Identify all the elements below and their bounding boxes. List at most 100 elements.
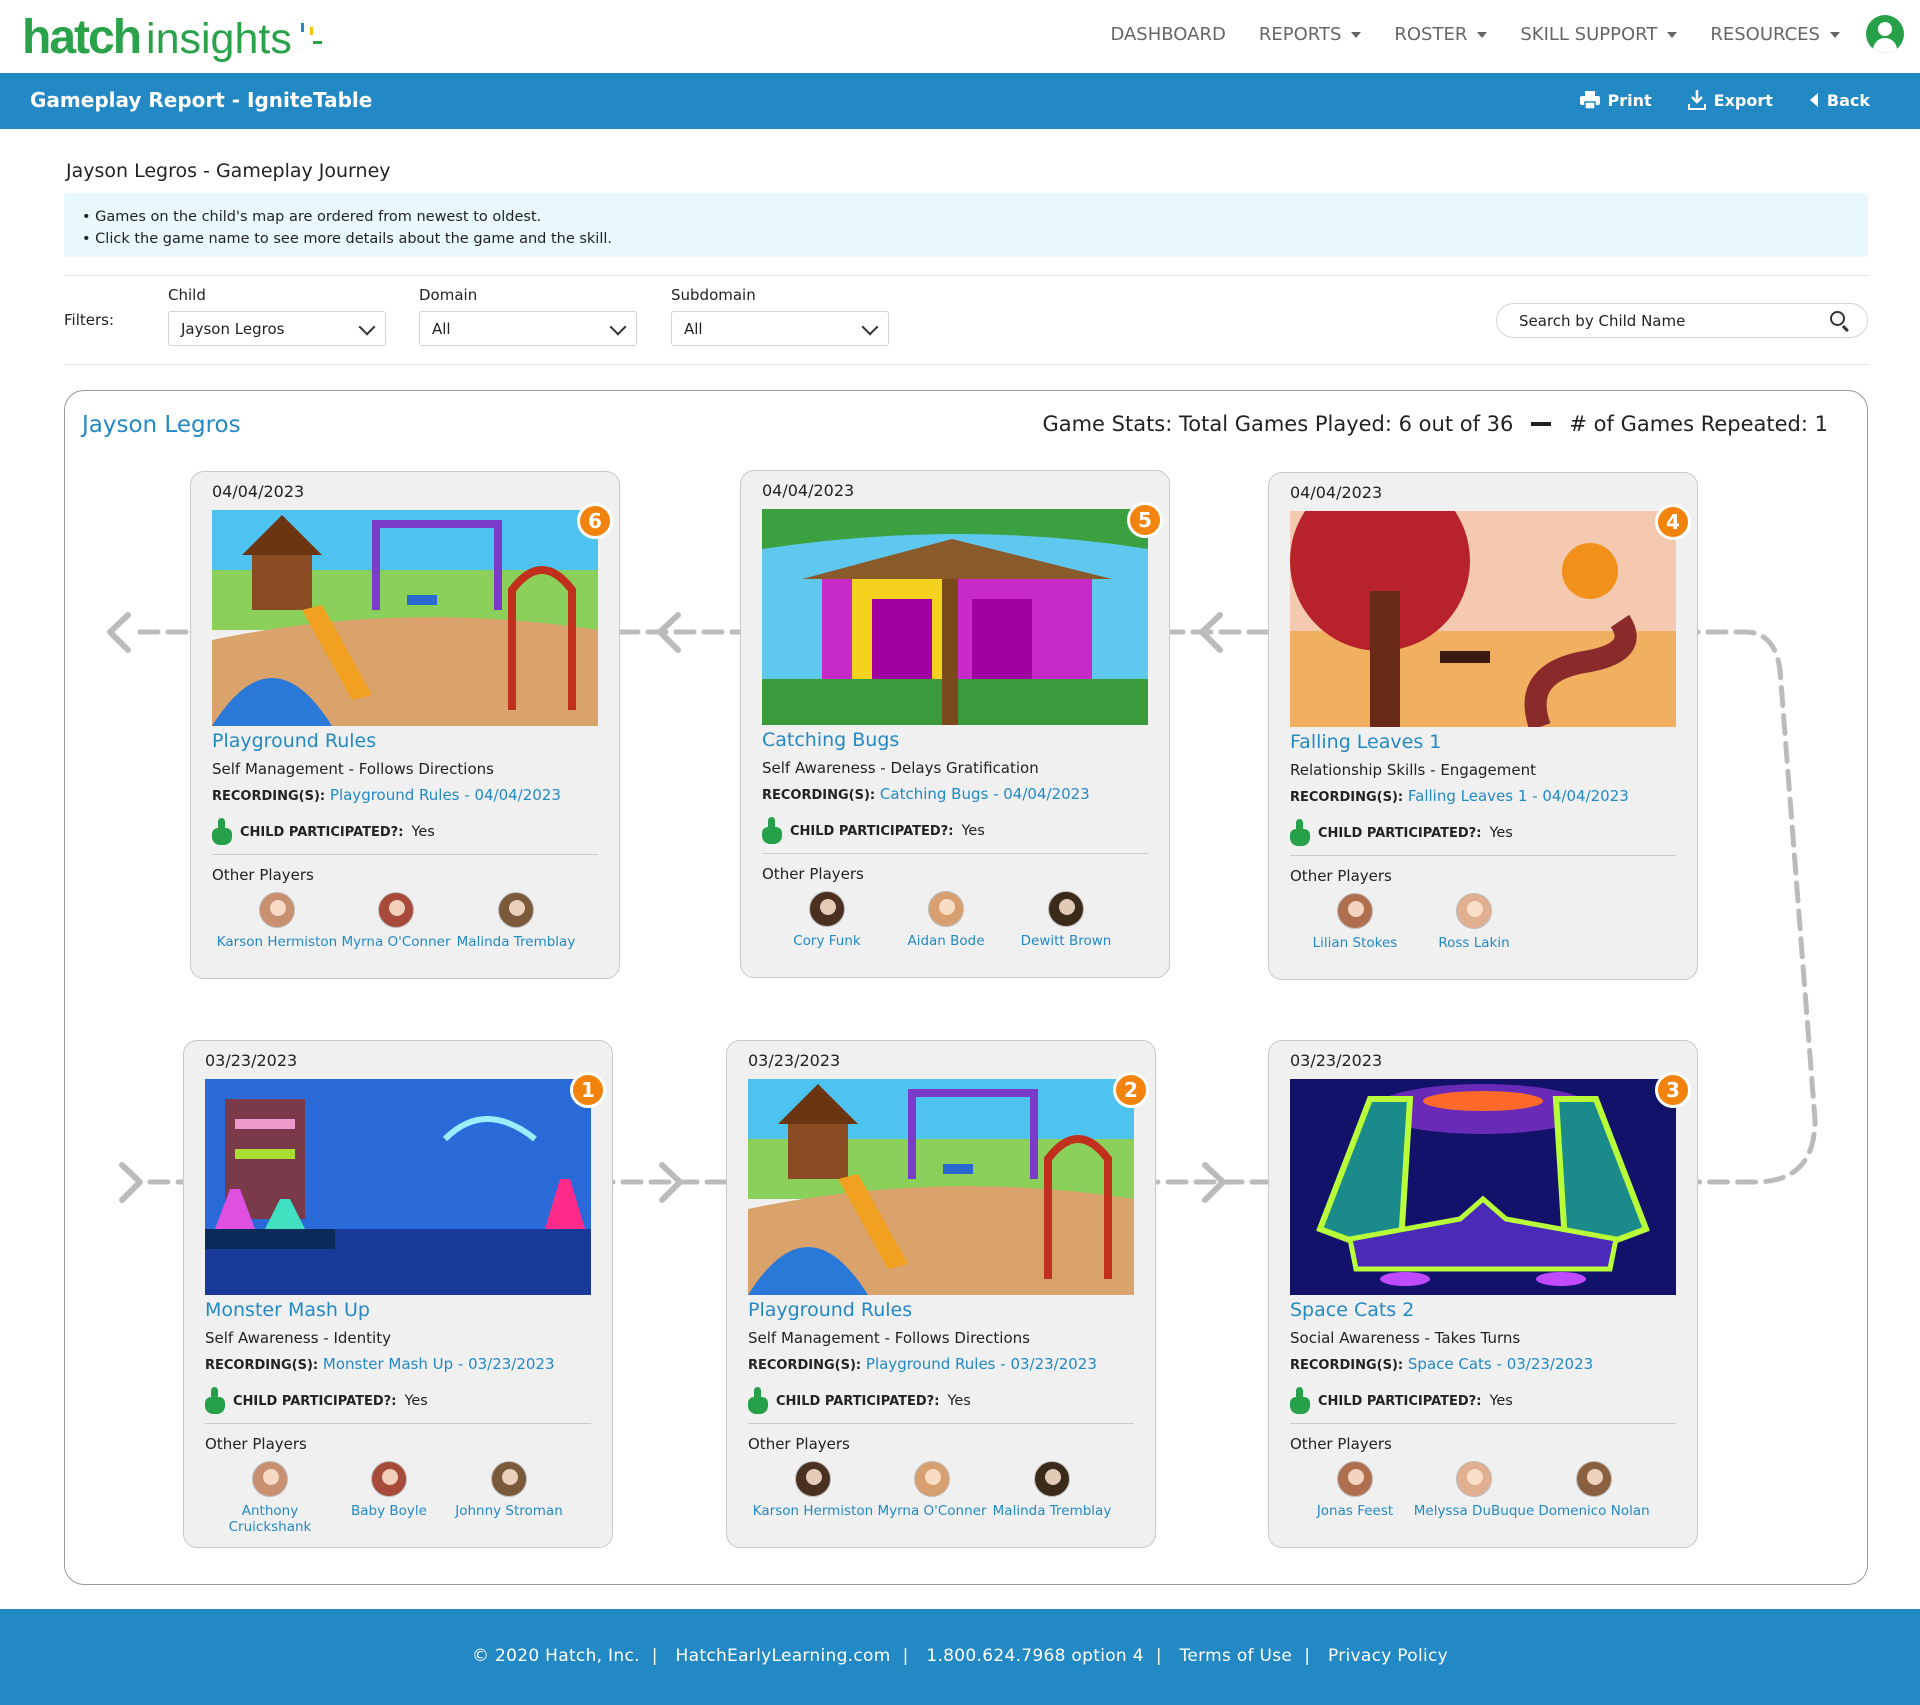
game-name-link[interactable]: Playground Rules (748, 1299, 912, 1321)
game-name-link[interactable]: Space Cats 2 (1290, 1299, 1414, 1321)
footer-website-link[interactable]: HatchEarlyLearning.com (676, 1646, 891, 1666)
game-thumbnail[interactable] (205, 1079, 591, 1295)
game-thumbnail[interactable] (1290, 511, 1676, 727)
participated-label: CHILD PARTICIPATED?: (240, 824, 404, 840)
player-avatar (928, 891, 964, 927)
player-2[interactable]: Johnny Stroman (439, 1461, 579, 1519)
game-skill: Self Management - Follows Directions (748, 1329, 1030, 1347)
game-thumbnail[interactable] (212, 510, 598, 726)
arrow-left-icon (107, 612, 131, 653)
player-avatar (498, 892, 534, 928)
player-avatar (1337, 893, 1373, 929)
game-date: 04/04/2023 (762, 481, 855, 500)
player-1[interactable]: Aidan Bode (876, 891, 1016, 949)
participation: CHILD PARTICIPATED?: Yes (762, 817, 985, 845)
participated-label: CHILD PARTICIPATED?: (1318, 825, 1482, 841)
recordings: RECORDING(S): Space Cats - 03/23/2023 (1290, 1355, 1593, 1373)
participated-label: CHILD PARTICIPATED?: (790, 823, 954, 839)
divider (1290, 1423, 1676, 1424)
divider (748, 1423, 1134, 1424)
game-date: 03/23/2023 (205, 1051, 298, 1070)
recordings-label: RECORDING(S): (205, 1358, 319, 1373)
game-skill: Social Awareness - Takes Turns (1290, 1329, 1521, 1347)
game-name-link[interactable]: Falling Leaves 1 (1290, 731, 1441, 753)
footer: © 2020 Hatch, Inc. | HatchEarlyLearning.c… (0, 1609, 1920, 1705)
game-skill: Self Awareness - Identity (205, 1329, 391, 1347)
game-order-badge: 1 (570, 1072, 606, 1108)
participated-value: Yes (947, 1393, 971, 1409)
recording-link[interactable]: Space Cats - 03/23/2023 (1408, 1355, 1593, 1373)
player-1[interactable]: Baby Boyle (319, 1461, 459, 1519)
player-2[interactable]: Malinda Tremblay (446, 892, 586, 950)
participation: CHILD PARTICIPATED?: Yes (1290, 1387, 1513, 1415)
player-name: Melyssa DuBuque (1413, 1503, 1535, 1519)
player-avatar (1576, 1461, 1612, 1497)
player-avatar (259, 892, 295, 928)
game-date: 03/23/2023 (748, 1051, 841, 1070)
recordings: RECORDING(S): Monster Mash Up - 03/23/20… (205, 1355, 555, 1373)
recordings: RECORDING(S): Playground Rules - 03/23/2… (748, 1355, 1097, 1373)
divider (1290, 855, 1676, 856)
player-name: Myrna O'Conner (877, 1503, 987, 1519)
player-1[interactable]: Myrna O'Conner (326, 892, 466, 950)
player-avatar (1048, 891, 1084, 927)
game-card: 04/04/2023 5 Catching Bugs Self Awareness -… (740, 470, 1170, 978)
player-2[interactable]: Malinda Tremblay (982, 1461, 1122, 1519)
game-name-link[interactable]: Catching Bugs (762, 729, 899, 751)
game-name-link[interactable]: Playground Rules (212, 730, 376, 752)
player-1[interactable]: Melyssa DuBuque (1404, 1461, 1544, 1519)
recording-link[interactable]: Playground Rules - 04/04/2023 (330, 786, 561, 804)
game-thumbnail[interactable] (748, 1079, 1134, 1295)
recording-link[interactable]: Playground Rules - 03/23/2023 (866, 1355, 1097, 1373)
recording-link[interactable]: Monster Mash Up - 03/23/2023 (323, 1355, 555, 1373)
footer-terms-link[interactable]: Terms of Use (1180, 1646, 1293, 1666)
player-name: Dewitt Brown (1020, 933, 1112, 949)
divider (762, 853, 1148, 854)
participated-label: CHILD PARTICIPATED?: (1318, 1393, 1482, 1409)
player-1[interactable]: Myrna O'Conner (862, 1461, 1002, 1519)
footer-copyright: © 2020 Hatch, Inc. (471, 1646, 640, 1666)
player-avatar (252, 1461, 288, 1497)
game-thumbnail[interactable] (762, 509, 1148, 725)
player-avatar (491, 1461, 527, 1497)
game-order-badge: 5 (1127, 502, 1163, 538)
game-date: 04/04/2023 (1290, 483, 1383, 502)
recordings: RECORDING(S): Falling Leaves 1 - 04/04/2… (1290, 787, 1629, 805)
hand-pointer-icon (1290, 819, 1310, 847)
player-2[interactable]: Domenico Nolan (1524, 1461, 1664, 1519)
divider (205, 1423, 591, 1424)
player-name: Karson Hermiston (752, 1503, 874, 1519)
recordings-label: RECORDING(S): (1290, 790, 1404, 805)
game-card: 04/04/2023 4 Falling Leaves 1 Relationship … (1268, 472, 1698, 980)
participated-label: CHILD PARTICIPATED?: (233, 1393, 397, 1409)
recording-link[interactable]: Catching Bugs - 04/04/2023 (880, 785, 1090, 803)
player-1[interactable]: Ross Lakin (1404, 893, 1544, 951)
player-avatar (1034, 1461, 1070, 1497)
player-name: Jonas Feest (1316, 1503, 1394, 1519)
hand-pointer-icon (205, 1387, 225, 1415)
hand-pointer-icon (748, 1387, 768, 1415)
player-2[interactable]: Dewitt Brown (996, 891, 1136, 949)
hand-pointer-icon (762, 817, 782, 845)
game-thumbnail[interactable] (1290, 1079, 1676, 1295)
game-order-badge: 2 (1113, 1072, 1149, 1108)
hand-pointer-icon (212, 818, 232, 846)
participated-value: Yes (411, 824, 435, 840)
player-avatar (1337, 1461, 1373, 1497)
footer-privacy-link[interactable]: Privacy Policy (1328, 1646, 1448, 1666)
recording-link[interactable]: Falling Leaves 1 - 04/04/2023 (1408, 787, 1629, 805)
hand-pointer-icon (1290, 1387, 1310, 1415)
player-name: Johnny Stroman (455, 1503, 563, 1519)
participation: CHILD PARTICIPATED?: Yes (205, 1387, 428, 1415)
other-players-label: Other Players (1290, 1435, 1392, 1453)
game-name-link[interactable]: Monster Mash Up (205, 1299, 370, 1321)
participated-label: CHILD PARTICIPATED?: (776, 1393, 940, 1409)
participation: CHILD PARTICIPATED?: Yes (212, 818, 435, 846)
player-name: Ross Lakin (1438, 935, 1510, 951)
player-avatar (914, 1461, 950, 1497)
recordings-label: RECORDING(S): (748, 1358, 862, 1373)
participation: CHILD PARTICIPATED?: Yes (748, 1387, 971, 1415)
divider (212, 854, 598, 855)
game-skill: Relationship Skills - Engagement (1290, 761, 1536, 779)
other-players-label: Other Players (748, 1435, 850, 1453)
